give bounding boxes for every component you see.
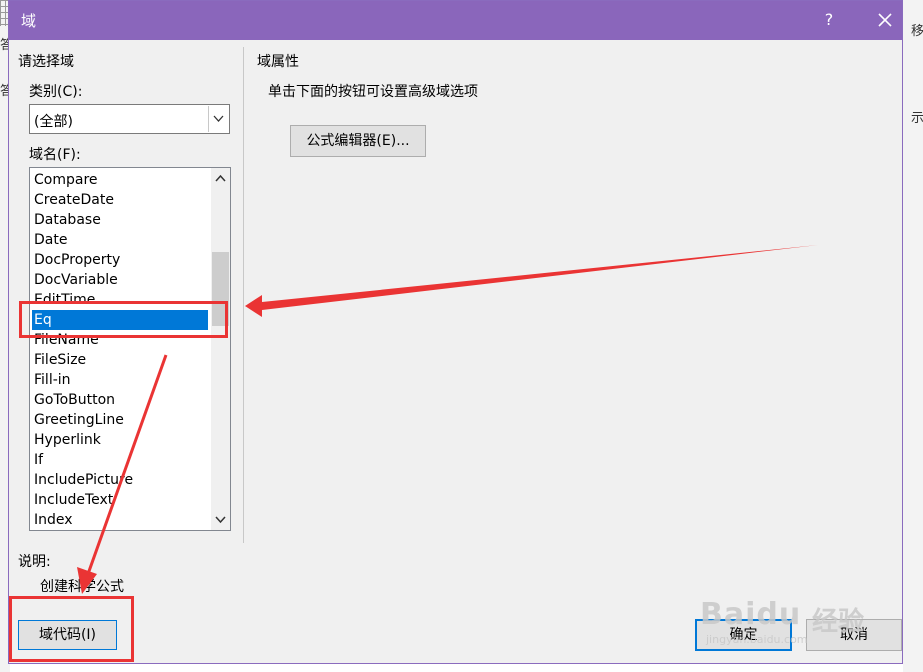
annotation-arrows (77, 245, 818, 594)
annotation-arrow-down (86, 354, 168, 575)
watermark-brand-cn: 经验 (812, 607, 865, 637)
annotation-arrow-right (245, 245, 818, 317)
annotation-arrow-down-head (77, 567, 97, 594)
baidu-watermark: Baidu 经验 jingyan.baidu.com (700, 575, 900, 646)
watermark-brand: Baidu (700, 597, 802, 632)
watermark-url: jingyan.baidu.com (706, 633, 808, 646)
